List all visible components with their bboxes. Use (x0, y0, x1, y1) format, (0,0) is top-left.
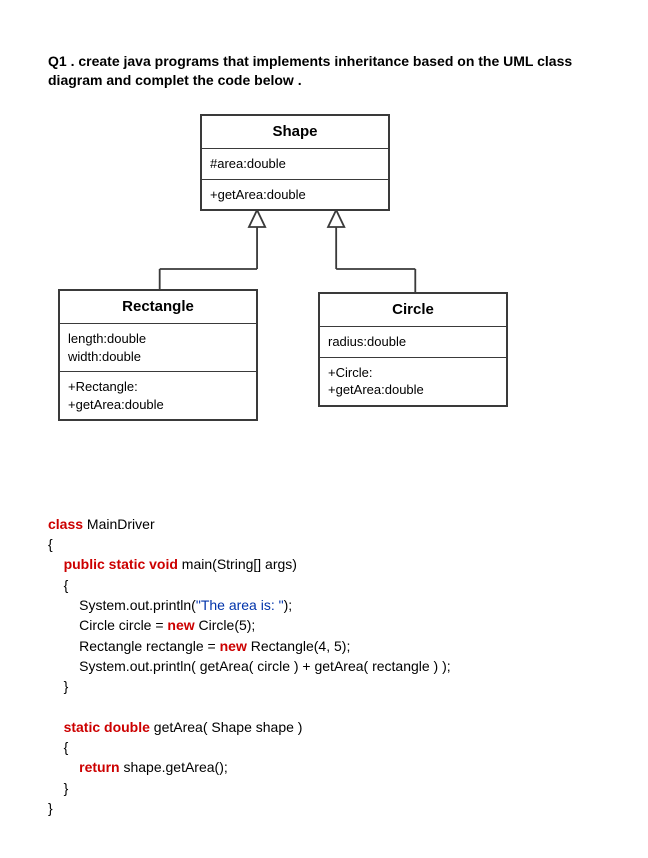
uml-diagram: Shape #area:double +getArea:double Recta… (40, 114, 608, 454)
uml-shape-attr-area: #area:double (210, 155, 380, 173)
code-l03-rest: main(String[] args) (178, 556, 297, 572)
kw-staticdouble: static double (64, 719, 150, 735)
uml-class-rectangle: Rectangle length:double width:double +Re… (58, 289, 258, 421)
uml-class-shape-title: Shape (202, 116, 388, 148)
code-line-09: } (48, 676, 608, 696)
uml-class-rectangle-title: Rectangle (60, 291, 256, 323)
code-listing: class MainDriver { public static void ma… (48, 514, 608, 818)
uml-rectangle-op-getarea: +getArea:double (68, 396, 248, 414)
code-l07a: Rectangle rectangle = (79, 638, 219, 654)
code-line-14: } (48, 798, 608, 818)
code-line-07: Rectangle rectangle = new Rectangle(4, 5… (48, 636, 608, 656)
kw-return: return (79, 759, 119, 775)
kw-new2: new (220, 638, 247, 654)
uml-class-shape: Shape #area:double +getArea:double (200, 114, 390, 211)
code-l01-rest: MainDriver (83, 516, 155, 532)
code-l06c: Circle(5); (195, 617, 256, 633)
question-body: create java programs that implements inh… (48, 53, 572, 88)
uml-class-circle-title: Circle (320, 294, 506, 326)
code-line-04: { (48, 575, 608, 595)
code-l05b: "The area is: " (196, 597, 284, 613)
code-l12-rest: shape.getArea(); (120, 759, 228, 775)
question-prefix: Q1 . (48, 53, 74, 69)
code-line-12: return shape.getArea(); (48, 757, 608, 777)
code-line-05: System.out.println("The area is: "); (48, 595, 608, 615)
code-line-13: } (48, 778, 608, 798)
kw-new1: new (167, 617, 194, 633)
code-l06a: Circle circle = (79, 617, 167, 633)
code-line-06: Circle circle = new Circle(5); (48, 615, 608, 635)
code-l05c: ); (284, 597, 293, 613)
uml-circle-op-ctor: +Circle: (328, 364, 498, 382)
uml-rectangle-attr-width: width:double (68, 348, 248, 366)
uml-rectangle-attr-length: length:double (68, 330, 248, 348)
code-l07c: Rectangle(4, 5); (247, 638, 351, 654)
code-line-03: public static void main(String[] args) (48, 554, 608, 574)
uml-rectangle-op-ctor: +Rectangle: (68, 378, 248, 396)
uml-circle-attr-radius: radius:double (328, 333, 498, 351)
kw-psv: public static void (64, 556, 178, 572)
code-line-08: System.out.println( getArea( circle ) + … (48, 656, 608, 676)
kw-class: class (48, 516, 83, 532)
code-line-10: static double getArea( Shape shape ) (48, 717, 608, 737)
uml-circle-op-getarea: +getArea:double (328, 381, 498, 399)
code-l05a: System.out.println( (79, 597, 196, 613)
code-line-02: { (48, 534, 608, 554)
uml-shape-op-getarea: +getArea:double (210, 186, 380, 204)
code-l10-rest: getArea( Shape shape ) (150, 719, 303, 735)
code-line-blank (48, 696, 608, 716)
code-line-11: { (48, 737, 608, 757)
uml-class-circle: Circle radius:double +Circle: +getArea:d… (318, 292, 508, 407)
code-line-01: class MainDriver (48, 514, 608, 534)
question-text: Q1 . create java programs that implement… (48, 52, 608, 90)
